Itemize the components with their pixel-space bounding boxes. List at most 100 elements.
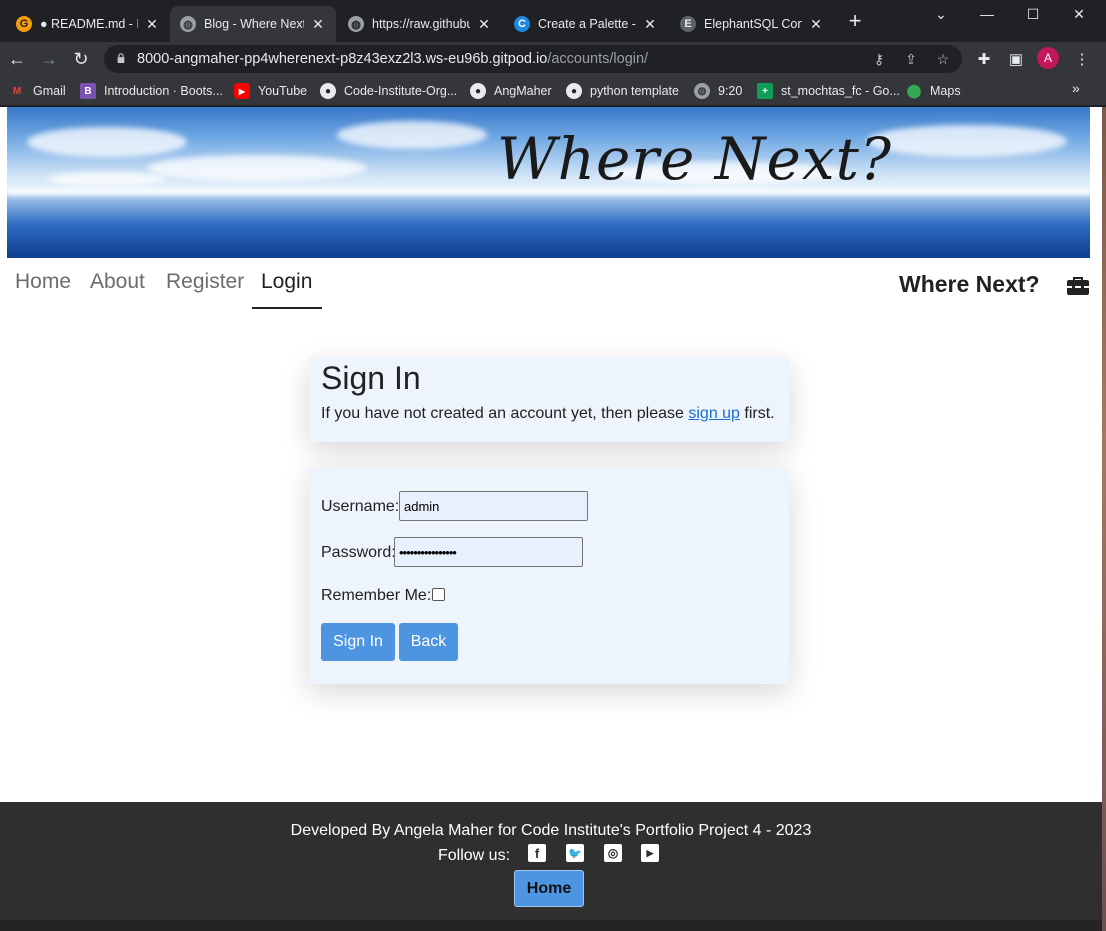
forward-arrow-icon[interactable]: → (36, 46, 62, 72)
reload-icon[interactable]: ↻ (68, 46, 94, 72)
bookmark-angmaher[interactable]: ● AngMaher (470, 82, 552, 100)
signin-title: Sign In (321, 360, 421, 396)
maps-icon: ⬤ (906, 83, 922, 98)
sheets-icon: + (757, 83, 773, 99)
bookmark-youtube[interactable]: ▶ YouTube (234, 82, 307, 100)
nav-register[interactable]: Register (166, 270, 244, 294)
tab-label: https://raw.githubu (372, 17, 470, 31)
address-bar[interactable]: 8000-angmaher-pp4wherenext-p8z43exz2l3.w… (104, 45, 962, 73)
follow-us-label: Follow us: (438, 847, 511, 864)
tab-label: Create a Palette - C (538, 17, 636, 31)
nav-about[interactable]: About (90, 270, 145, 294)
tab-label: Blog - Where Next? (204, 17, 304, 31)
close-window-icon[interactable]: ✕ (1056, 0, 1102, 28)
bookmark-bootstrap[interactable]: B Introduction · Boots... (80, 82, 223, 100)
bookmark-code-institute[interactable]: ● Code-Institute-Org... (320, 82, 457, 100)
toolbox-icon (1067, 277, 1089, 295)
tab-readme[interactable]: G ● README.md - PP ✕ (6, 6, 170, 42)
password-input[interactable] (394, 537, 583, 567)
signin-intro: If you have not created an account yet, … (321, 405, 775, 423)
footer-bottom-bar (0, 920, 1102, 931)
bookmark-label: Introduction · Boots... (104, 84, 223, 98)
facebook-icon[interactable]: f (528, 844, 546, 862)
bookmark-maps[interactable]: ⬤ Maps (906, 82, 961, 100)
minimize-icon[interactable]: — (964, 0, 1010, 28)
site-nav: Home About Register Login Where Next? (0, 258, 1102, 310)
bookmark-920[interactable]: ◍ 9:20 (694, 82, 742, 100)
globe-icon: ◍ (694, 83, 710, 99)
bookmark-label: 9:20 (718, 84, 743, 98)
gmail-icon: M (12, 85, 22, 97)
profile-avatar[interactable]: A (1037, 47, 1059, 69)
bookmark-label: Code-Institute-Org... (344, 84, 458, 98)
coolors-icon: C (514, 16, 530, 32)
tab-search-chevron-icon[interactable]: ⌄ (918, 0, 964, 28)
close-icon[interactable]: ✕ (642, 16, 658, 33)
globe-icon: ◍ (180, 16, 196, 32)
menu-icon[interactable]: ⋮ (1072, 50, 1092, 68)
close-icon[interactable]: ✕ (310, 16, 326, 33)
remember-me-label: Remember Me: (321, 587, 432, 604)
signin-button[interactable]: Sign In (321, 623, 395, 661)
bootstrap-icon: B (80, 83, 96, 99)
side-panel-icon[interactable]: ▣ (1006, 50, 1026, 68)
globe-icon: ◍ (348, 16, 364, 32)
key-icon[interactable]: ⚷ (870, 51, 888, 67)
url-path: /accounts/login/ (547, 51, 649, 67)
maximize-icon[interactable]: ☐ (1010, 0, 1056, 28)
tab-strip: G ● README.md - PP ✕ ◍ Blog - Where Next… (0, 0, 1106, 42)
extensions-icon[interactable]: ✚ (974, 50, 994, 68)
lock-icon (117, 53, 125, 63)
bookmark-label: python template (590, 84, 679, 98)
url-host: 8000-angmaher-pp4wherenext-p8z43exz2l3.w… (137, 51, 548, 67)
bookmark-gmail[interactable]: M Gmail (9, 82, 66, 100)
url-text: 8000-angmaher-pp4wherenext-p8z43exz2l3.w… (137, 51, 648, 67)
hero-title: Where Next? (497, 125, 892, 193)
signin-intro-text-end: first. (739, 405, 775, 422)
window-edge (1102, 107, 1106, 931)
bookmark-label: Maps (930, 84, 961, 98)
signin-form-card: Username: Password: Remember Me: Sign In… (309, 468, 789, 684)
bookmark-label: YouTube (258, 84, 308, 98)
nav-home[interactable]: Home (15, 270, 71, 294)
nav-login[interactable]: Login (261, 270, 312, 294)
bookmark-label: AngMaher (494, 84, 552, 98)
nav-brand[interactable]: Where Next? (899, 271, 1040, 298)
youtube-icon[interactable]: ▶ (641, 844, 659, 862)
gitpod-icon: G (16, 16, 32, 32)
github-icon: ● (470, 83, 486, 99)
close-icon[interactable]: ✕ (144, 16, 160, 33)
username-input[interactable] (399, 491, 588, 521)
share-icon[interactable]: ⇪ (902, 51, 920, 67)
youtube-icon: ▶ (234, 83, 250, 99)
close-icon[interactable]: ✕ (476, 16, 492, 33)
browser-toolbar: ← → ↻ 8000-angmaher-pp4wherenext-p8z43ex… (0, 42, 1106, 76)
username-label: Username: (321, 498, 400, 515)
tab-raw-github[interactable]: ◍ https://raw.githubu ✕ (338, 6, 502, 42)
signin-intro-text: If you have not created an account yet, … (321, 405, 689, 422)
tab-create-palette[interactable]: C Create a Palette - C ✕ (504, 6, 668, 42)
bookmark-label: st_mochtas_fc - Go... (781, 84, 900, 98)
remember-me-checkbox[interactable] (432, 588, 445, 601)
instagram-icon[interactable]: ◎ (604, 844, 622, 862)
twitter-icon[interactable]: 🐦 (566, 844, 584, 862)
tab-elephantsql[interactable]: E ElephantSQL Conso ✕ (670, 6, 834, 42)
bookmarks-bar: M Gmail B Introduction · Boots... ▶ YouT… (0, 76, 1106, 106)
signup-link[interactable]: sign up (688, 405, 740, 422)
back-button[interactable]: Back (399, 623, 458, 661)
back-arrow-icon[interactable]: ← (4, 46, 30, 72)
footer-home-button[interactable]: Home (514, 870, 584, 907)
bookmark-python-template[interactable]: ● python template (566, 82, 679, 100)
tab-blog[interactable]: ◍ Blog - Where Next? ✕ (170, 6, 336, 42)
new-tab-button[interactable]: + (843, 10, 867, 34)
bookmarks-overflow-icon[interactable]: » (1072, 80, 1080, 96)
close-icon[interactable]: ✕ (808, 16, 824, 33)
hero-banner: Where Next? (7, 107, 1090, 258)
star-icon[interactable]: ☆ (934, 51, 952, 67)
tab-label: ElephantSQL Conso (704, 17, 802, 31)
site-footer: Developed By Angela Maher for Code Insti… (0, 802, 1102, 931)
signin-header-card: Sign In If you have not created an accou… (309, 358, 789, 442)
bookmark-sheets[interactable]: + st_mochtas_fc - Go... (757, 82, 900, 100)
elephant-icon: E (680, 16, 696, 32)
tab-label: ● README.md - PP (40, 17, 138, 31)
